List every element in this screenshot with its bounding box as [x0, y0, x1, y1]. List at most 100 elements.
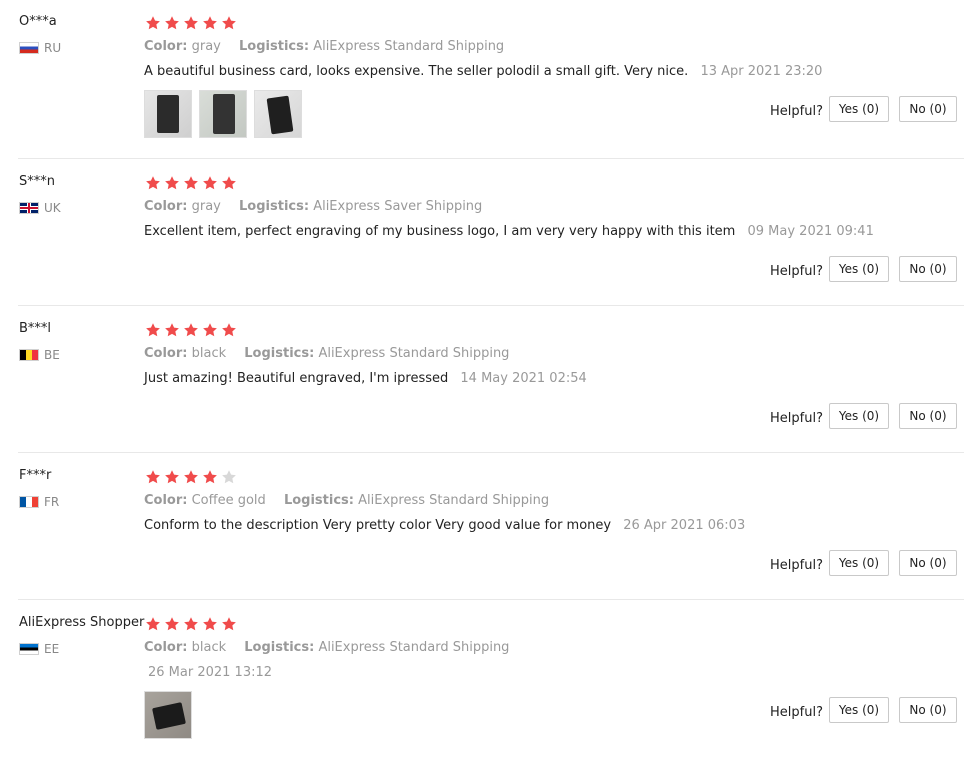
review-photo[interactable] — [144, 691, 192, 739]
reviewer-country: FR — [19, 495, 59, 509]
helpful-yes-button[interactable]: Yes (0) — [829, 403, 889, 429]
logistics-value: AliExpress Standard Shipping — [318, 640, 510, 655]
helpful-label: Helpful? — [770, 104, 823, 119]
logistics-key: Logistics: — [283, 493, 354, 508]
helpful-yes-button[interactable]: Yes (0) — [829, 96, 889, 122]
review-photos — [144, 691, 199, 739]
star-filled-icon — [203, 176, 217, 190]
helpful-label: Helpful? — [770, 558, 823, 573]
logistics-key: Logistics: — [244, 346, 315, 361]
helpful-label: Helpful? — [770, 264, 823, 279]
review-date: 26 Mar 2021 13:12 — [148, 665, 273, 680]
country-code: FR — [44, 495, 60, 509]
helpful-no-button[interactable]: No (0) — [899, 550, 957, 576]
logistics-key: Logistics: — [239, 39, 310, 54]
star-filled-icon — [184, 16, 198, 30]
helpful-label: Helpful? — [770, 411, 823, 426]
star-filled-icon — [203, 617, 217, 631]
divider — [18, 599, 964, 600]
star-filled-icon — [146, 323, 160, 337]
star-filled-icon — [165, 323, 179, 337]
country-code: UK — [44, 201, 61, 215]
review-text: Excellent item, perfect engraving of my … — [144, 224, 874, 239]
flag-fr-icon — [19, 496, 39, 508]
star-filled-icon — [165, 470, 179, 484]
color-value: gray — [191, 199, 221, 214]
reviewer-name: S***n — [19, 174, 55, 189]
review-meta: Color: Coffee gold Logistics: AliExpress… — [144, 493, 549, 508]
star-filled-icon — [184, 176, 198, 190]
helpful-yes-button[interactable]: Yes (0) — [829, 550, 889, 576]
star-filled-icon — [146, 16, 160, 30]
star-filled-icon — [165, 176, 179, 190]
review-text: Just amazing! Beautiful engraved, I'm ip… — [144, 371, 587, 386]
divider — [18, 305, 964, 306]
reviewer-name: AliExpress Shopper — [19, 615, 145, 630]
review-meta: Color: gray Logistics: AliExpress Saver … — [144, 199, 482, 214]
star-filled-icon — [203, 323, 217, 337]
flag-ru-icon — [19, 42, 39, 54]
helpful-yes-button[interactable]: Yes (0) — [829, 256, 889, 282]
star-filled-icon — [222, 323, 236, 337]
review-body: Excellent item, perfect engraving of my … — [144, 224, 736, 239]
star-filled-icon — [146, 176, 160, 190]
country-code: EE — [44, 642, 60, 656]
review-meta: Color: black Logistics: AliExpress Stand… — [144, 346, 509, 361]
star-rating — [145, 15, 240, 31]
color-value: black — [191, 640, 227, 655]
helpful-no-button[interactable]: No (0) — [899, 256, 957, 282]
star-filled-icon — [165, 617, 179, 631]
star-filled-icon — [184, 617, 198, 631]
review-body: A beautiful business card, looks expensi… — [144, 64, 689, 79]
color-value: black — [191, 346, 227, 361]
color-value: gray — [191, 39, 221, 54]
reviewer-name: B***l — [19, 321, 52, 336]
color-key: Color: — [144, 346, 188, 361]
logistics-key: Logistics: — [244, 640, 315, 655]
helpful-yes-button[interactable]: Yes (0) — [829, 697, 889, 723]
logistics-value: AliExpress Saver Shipping — [313, 199, 483, 214]
helpful-no-button[interactable]: No (0) — [899, 403, 957, 429]
flag-uk-icon — [19, 202, 39, 214]
star-empty-icon — [222, 470, 236, 484]
review-text: A beautiful business card, looks expensi… — [144, 64, 822, 79]
star-rating — [145, 469, 240, 485]
logistics-value: AliExpress Standard Shipping — [358, 493, 550, 508]
reviewer-country: BE — [19, 348, 60, 362]
review-date: 14 May 2021 02:54 — [460, 371, 587, 386]
helpful-no-button[interactable]: No (0) — [899, 96, 957, 122]
review-photo[interactable] — [254, 90, 302, 138]
star-filled-icon — [184, 470, 198, 484]
review-photos — [144, 90, 309, 138]
star-filled-icon — [222, 176, 236, 190]
star-filled-icon — [203, 470, 217, 484]
flag-ee-icon — [19, 643, 39, 655]
review-date: 09 May 2021 09:41 — [747, 224, 874, 239]
divider — [18, 158, 964, 159]
star-rating — [145, 175, 240, 191]
star-rating — [145, 616, 240, 632]
review-photo[interactable] — [144, 90, 192, 138]
star-filled-icon — [165, 16, 179, 30]
review-meta: Color: black Logistics: AliExpress Stand… — [144, 640, 509, 655]
review-body: Just amazing! Beautiful engraved, I'm ip… — [144, 371, 449, 386]
star-filled-icon — [222, 16, 236, 30]
helpful-no-button[interactable]: No (0) — [899, 697, 957, 723]
country-code: RU — [44, 41, 62, 55]
star-filled-icon — [184, 323, 198, 337]
star-rating — [145, 322, 240, 338]
country-code: BE — [44, 348, 60, 362]
divider — [18, 452, 964, 453]
star-filled-icon — [146, 617, 160, 631]
star-filled-icon — [203, 16, 217, 30]
reviewer-name: O***a — [19, 14, 57, 29]
reviewer-country: RU — [19, 41, 61, 55]
star-filled-icon — [146, 470, 160, 484]
review-photo[interactable] — [199, 90, 247, 138]
review-meta: Color: gray Logistics: AliExpress Standa… — [144, 39, 504, 54]
reviewer-name: F***r — [19, 468, 52, 483]
logistics-value: AliExpress Standard Shipping — [313, 39, 505, 54]
flag-be-icon — [19, 349, 39, 361]
star-filled-icon — [222, 617, 236, 631]
helpful-label: Helpful? — [770, 705, 823, 720]
